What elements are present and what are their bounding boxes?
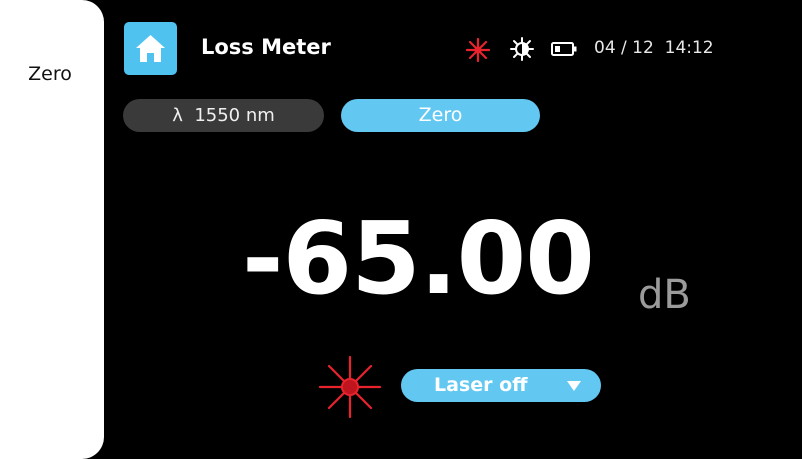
wavelength-selector[interactable]: λ 1550 nm (123, 99, 324, 132)
laser-mode-label: Laser off (434, 374, 528, 396)
zero-button[interactable]: Zero (341, 99, 540, 132)
laser-icon (318, 355, 382, 419)
chevron-down-icon (567, 381, 581, 391)
brightness-icon (510, 37, 534, 61)
home-button[interactable] (124, 22, 177, 75)
laser-mode-dropdown[interactable]: Laser off (401, 369, 601, 402)
side-zero-button[interactable]: Zero (0, 63, 100, 85)
page-title: Loss Meter (201, 35, 331, 59)
status-date: 04 / 12 (594, 38, 654, 58)
laser-status-icon (465, 37, 491, 63)
loss-reading: -65.00 (242, 200, 595, 317)
side-panel: Zero (0, 0, 104, 459)
reading-unit: dB (638, 272, 691, 318)
wavelength-value: 1550 nm (194, 105, 275, 126)
lambda-symbol: λ (172, 105, 183, 126)
status-time: 14:12 (664, 38, 714, 58)
home-icon (136, 35, 165, 62)
battery-icon (551, 42, 577, 56)
device-screen: Zero Loss Meter 04 / 12 14:12 λ 1550 nm … (0, 0, 802, 459)
status-datetime: 04 / 12 14:12 (594, 38, 714, 58)
